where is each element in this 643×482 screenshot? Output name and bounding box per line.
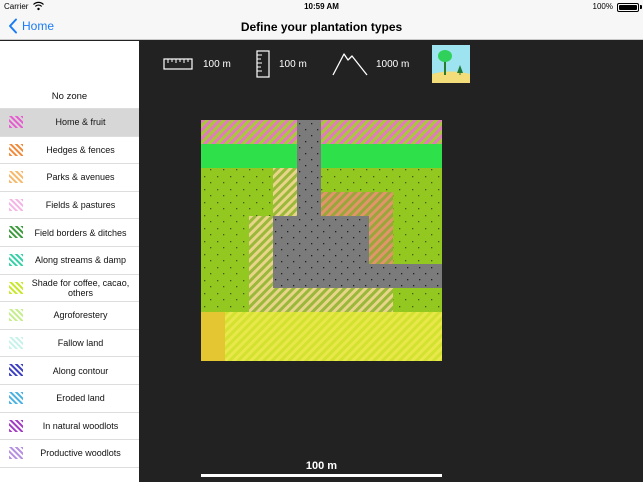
sidebar-item[interactable]: Home & fruit	[0, 109, 139, 137]
scale-bar	[201, 474, 442, 477]
mountain-altitude-icon[interactable]	[332, 50, 368, 76]
plantation-type-sidebar: No zone Home & fruit Hedges & fences Parks…	[0, 41, 139, 482]
sidebar-item[interactable]: Along contour	[0, 357, 139, 385]
sidebar-item-label: Agroforestery	[53, 310, 108, 321]
map-zone-home-fruit	[201, 120, 442, 144]
hatch-swatch-icon	[9, 364, 23, 377]
hatch-swatch-icon	[9, 198, 23, 211]
back-button-label: Home	[22, 19, 55, 33]
ruler-horizontal-icon[interactable]	[163, 58, 193, 70]
sidebar-item[interactable]: Shade for coffee, cacao, others	[0, 275, 139, 303]
plantation-type-list: Home & fruit Hedges & fences Parks & avenu…	[0, 109, 139, 468]
sidebar-item[interactable]: Fields & pastures	[0, 192, 139, 220]
battery-tip-icon	[640, 5, 642, 9]
back-button[interactable]: Home	[7, 18, 54, 34]
hatch-swatch-icon	[9, 391, 23, 404]
chevron-left-icon	[9, 18, 17, 34]
status-bar: Carrier 10:59 AM 100%	[0, 0, 643, 14]
map-zone-bright-green	[201, 144, 442, 168]
sidebar-item[interactable]: Along streams & damp	[0, 247, 139, 275]
status-time: 10:59 AM	[304, 2, 339, 11]
height-value: 100 m	[279, 59, 307, 70]
sidebar-item-label: Fallow land	[57, 338, 104, 349]
sidebar-item-label: Productive woodlots	[40, 448, 121, 459]
sidebar-item-label: In natural woodlots	[42, 420, 119, 431]
sidebar-item-label: Fields & pastures	[45, 200, 116, 211]
sidebar-item-label: Parks & avenues	[46, 172, 115, 183]
sidebar-item-no-zone[interactable]: No zone	[0, 84, 139, 109]
ruler-vertical-icon[interactable]	[256, 50, 270, 78]
sidebar-item-label: Along contour	[52, 365, 109, 376]
hatch-swatch-icon	[9, 171, 23, 184]
plantation-map[interactable]	[201, 120, 442, 361]
sidebar-item-label: Eroded land	[56, 393, 105, 404]
navigation-bar: Home Define your plantation types	[0, 14, 643, 40]
sidebar-item[interactable]: Hedges & fences	[0, 137, 139, 165]
hatch-swatch-icon	[9, 309, 23, 322]
map-zone-hedges	[321, 192, 393, 216]
sidebar-item-label: Hedges & fences	[46, 144, 115, 155]
hatch-swatch-icon	[9, 116, 23, 128]
sidebar-item-label: Home & fruit	[55, 117, 106, 128]
sidebar-item[interactable]: Fallow land	[0, 330, 139, 358]
sidebar-item-label: Field borders & ditches	[34, 227, 127, 238]
page-title: Define your plantation types	[240, 20, 403, 34]
sidebar-item-label: Shade for coffee, cacao, others	[31, 277, 130, 298]
sidebar-item[interactable]: Field borders & ditches	[0, 219, 139, 247]
landscape-tree-icon[interactable]	[432, 45, 470, 83]
battery-icon	[617, 3, 639, 12]
hatch-swatch-icon	[9, 447, 23, 460]
map-zone-parks	[273, 168, 297, 216]
map-zone-yellow	[201, 312, 442, 361]
hatch-swatch-icon	[9, 419, 23, 432]
altitude-value: 1000 m	[376, 59, 410, 70]
hatch-swatch-icon	[9, 143, 23, 156]
hatch-swatch-icon	[9, 253, 23, 266]
hatch-swatch-icon	[9, 281, 23, 294]
sidebar-item-label: Along streams & damp	[34, 255, 127, 266]
hatch-swatch-icon	[9, 226, 23, 239]
scale-label: 100 m	[305, 460, 338, 472]
battery-percent: 100%	[592, 2, 613, 11]
sidebar-item-label: No zone	[51, 90, 88, 102]
sidebar-item[interactable]: Parks & avenues	[0, 164, 139, 192]
width-value: 100 m	[203, 59, 231, 70]
sidebar-item[interactable]: Agroforestery	[0, 302, 139, 330]
hatch-swatch-icon	[9, 336, 23, 349]
sidebar-item[interactable]: Productive woodlots	[0, 440, 139, 468]
sidebar-item[interactable]: In natural woodlots	[0, 413, 139, 441]
sidebar-item[interactable]: Eroded land	[0, 385, 139, 413]
